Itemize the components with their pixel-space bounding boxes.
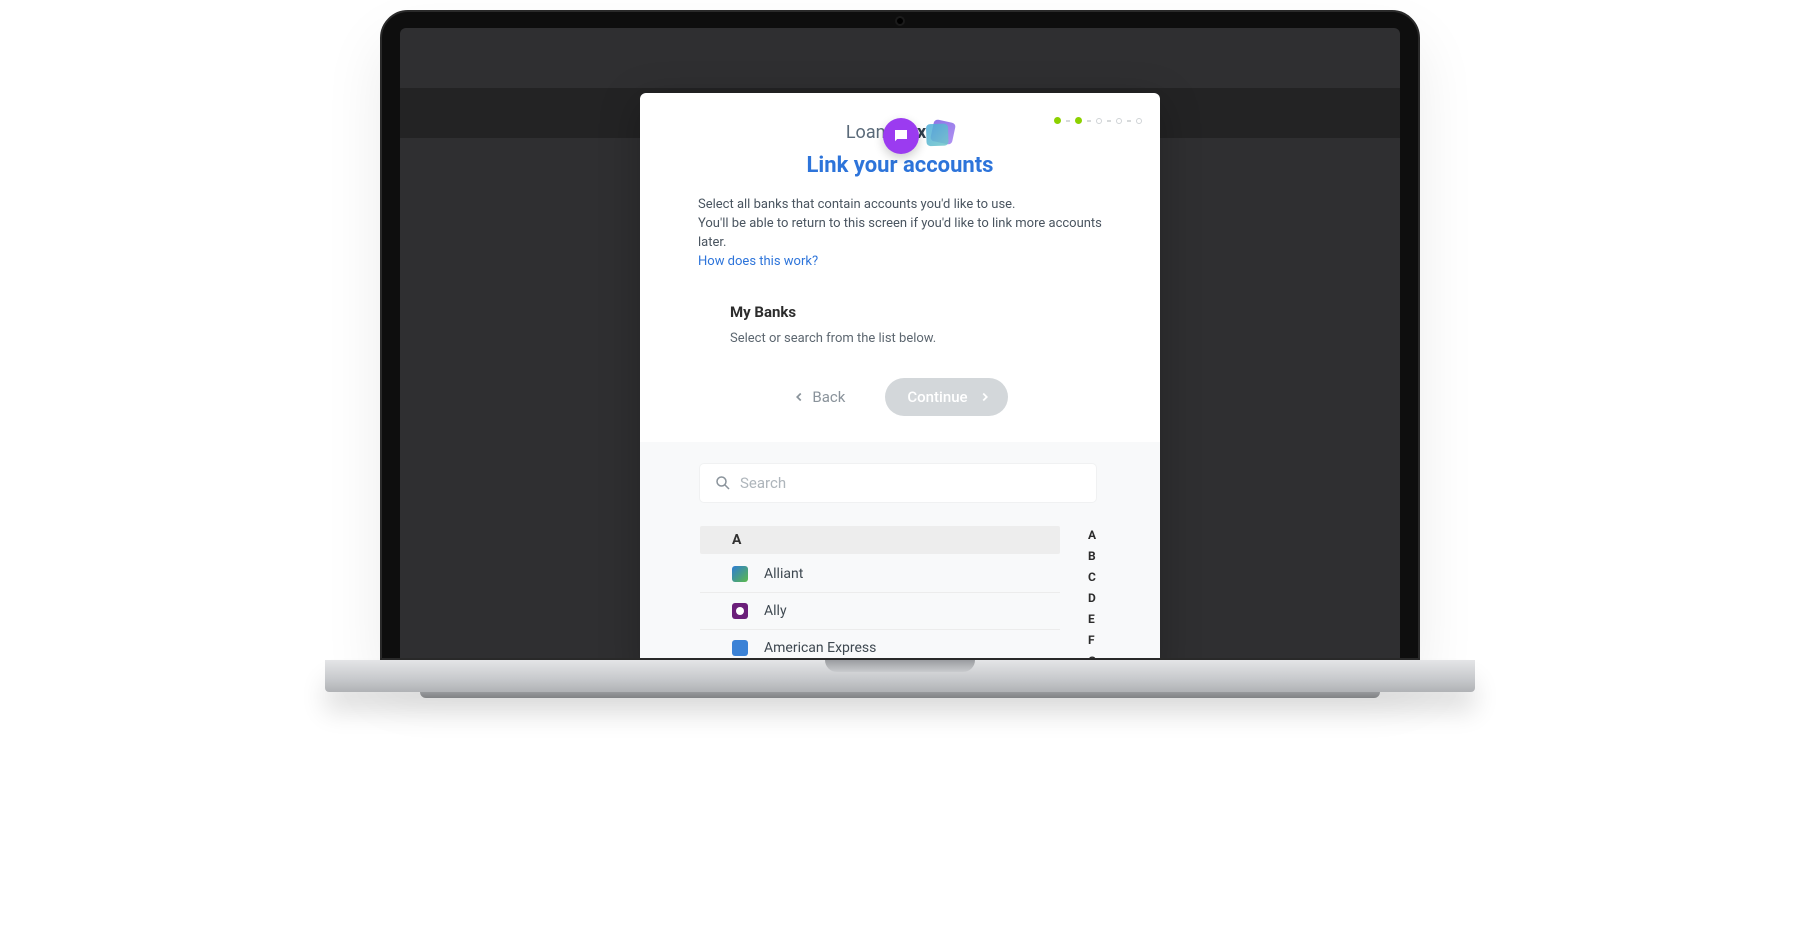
camera-dot — [897, 18, 903, 24]
alliant-icon — [732, 566, 748, 582]
laptop-base — [325, 660, 1475, 692]
alpha-a[interactable]: A — [1088, 526, 1096, 544]
step-dot-1 — [1054, 117, 1061, 124]
brand-logo-icon — [930, 119, 956, 145]
search-icon — [714, 474, 732, 492]
screen: LoanMax Link your accounts Select all ba… — [400, 28, 1400, 658]
laptop-mock: LoanMax Link your accounts Select all ba… — [380, 10, 1420, 698]
alpha-e[interactable]: E — [1088, 610, 1096, 628]
step-dot-2 — [1075, 117, 1082, 124]
link-accounts-modal: LoanMax Link your accounts Select all ba… — [640, 93, 1160, 658]
progress-stepper — [1054, 117, 1142, 124]
intro-line-2: You'll be able to return to this screen … — [698, 215, 1102, 253]
page-title: Link your accounts — [640, 153, 1160, 178]
alpha-c[interactable]: C — [1088, 568, 1096, 586]
bank-list-panel: A Alliant Ally — [640, 442, 1160, 658]
my-banks-heading: My Banks — [730, 303, 1070, 321]
search-input[interactable] — [740, 474, 1082, 492]
alpha-index: A B C D E F G H — [1088, 526, 1096, 658]
alpha-f[interactable]: F — [1088, 631, 1096, 649]
laptop-foot — [420, 692, 1380, 698]
step-dot-3 — [1096, 118, 1102, 124]
ally-icon — [732, 603, 748, 619]
screen-frame: LoanMax Link your accounts Select all ba… — [380, 10, 1420, 660]
chevron-right-icon — [978, 390, 992, 404]
alpha-d[interactable]: D — [1088, 589, 1096, 607]
search-wrap[interactable] — [700, 464, 1096, 502]
amex-icon — [732, 640, 748, 656]
brand-word-1: Loan — [846, 122, 886, 143]
my-banks-sub: Select or search from the list below. — [730, 331, 1070, 346]
how-does-this-work-link[interactable]: How does this work? — [698, 254, 818, 269]
continue-button[interactable]: Continue — [885, 378, 1007, 416]
step-dot-4 — [1116, 118, 1122, 124]
chat-icon — [892, 127, 910, 145]
bank-name: Ally — [764, 603, 787, 619]
alpha-g[interactable]: G — [1088, 652, 1096, 658]
back-button[interactable]: Back — [792, 388, 845, 406]
alpha-b[interactable]: B — [1088, 547, 1096, 565]
back-label: Back — [812, 388, 845, 406]
bank-name: American Express — [764, 640, 876, 656]
bank-list: A Alliant Ally — [700, 526, 1060, 658]
continue-label: Continue — [907, 388, 967, 406]
chat-bubble-button[interactable] — [883, 118, 919, 154]
group-header-a: A — [700, 526, 1060, 554]
bank-row-amex[interactable]: American Express — [700, 630, 1060, 658]
step-dot-5 — [1136, 118, 1142, 124]
chevron-left-icon — [792, 390, 806, 404]
bank-name: Alliant — [764, 566, 803, 582]
bank-row-alliant[interactable]: Alliant — [700, 556, 1060, 593]
intro-line-1: Select all banks that contain accounts y… — [698, 196, 1102, 215]
intro-text: Select all banks that contain accounts y… — [640, 178, 1160, 271]
bank-row-ally[interactable]: Ally — [700, 593, 1060, 630]
